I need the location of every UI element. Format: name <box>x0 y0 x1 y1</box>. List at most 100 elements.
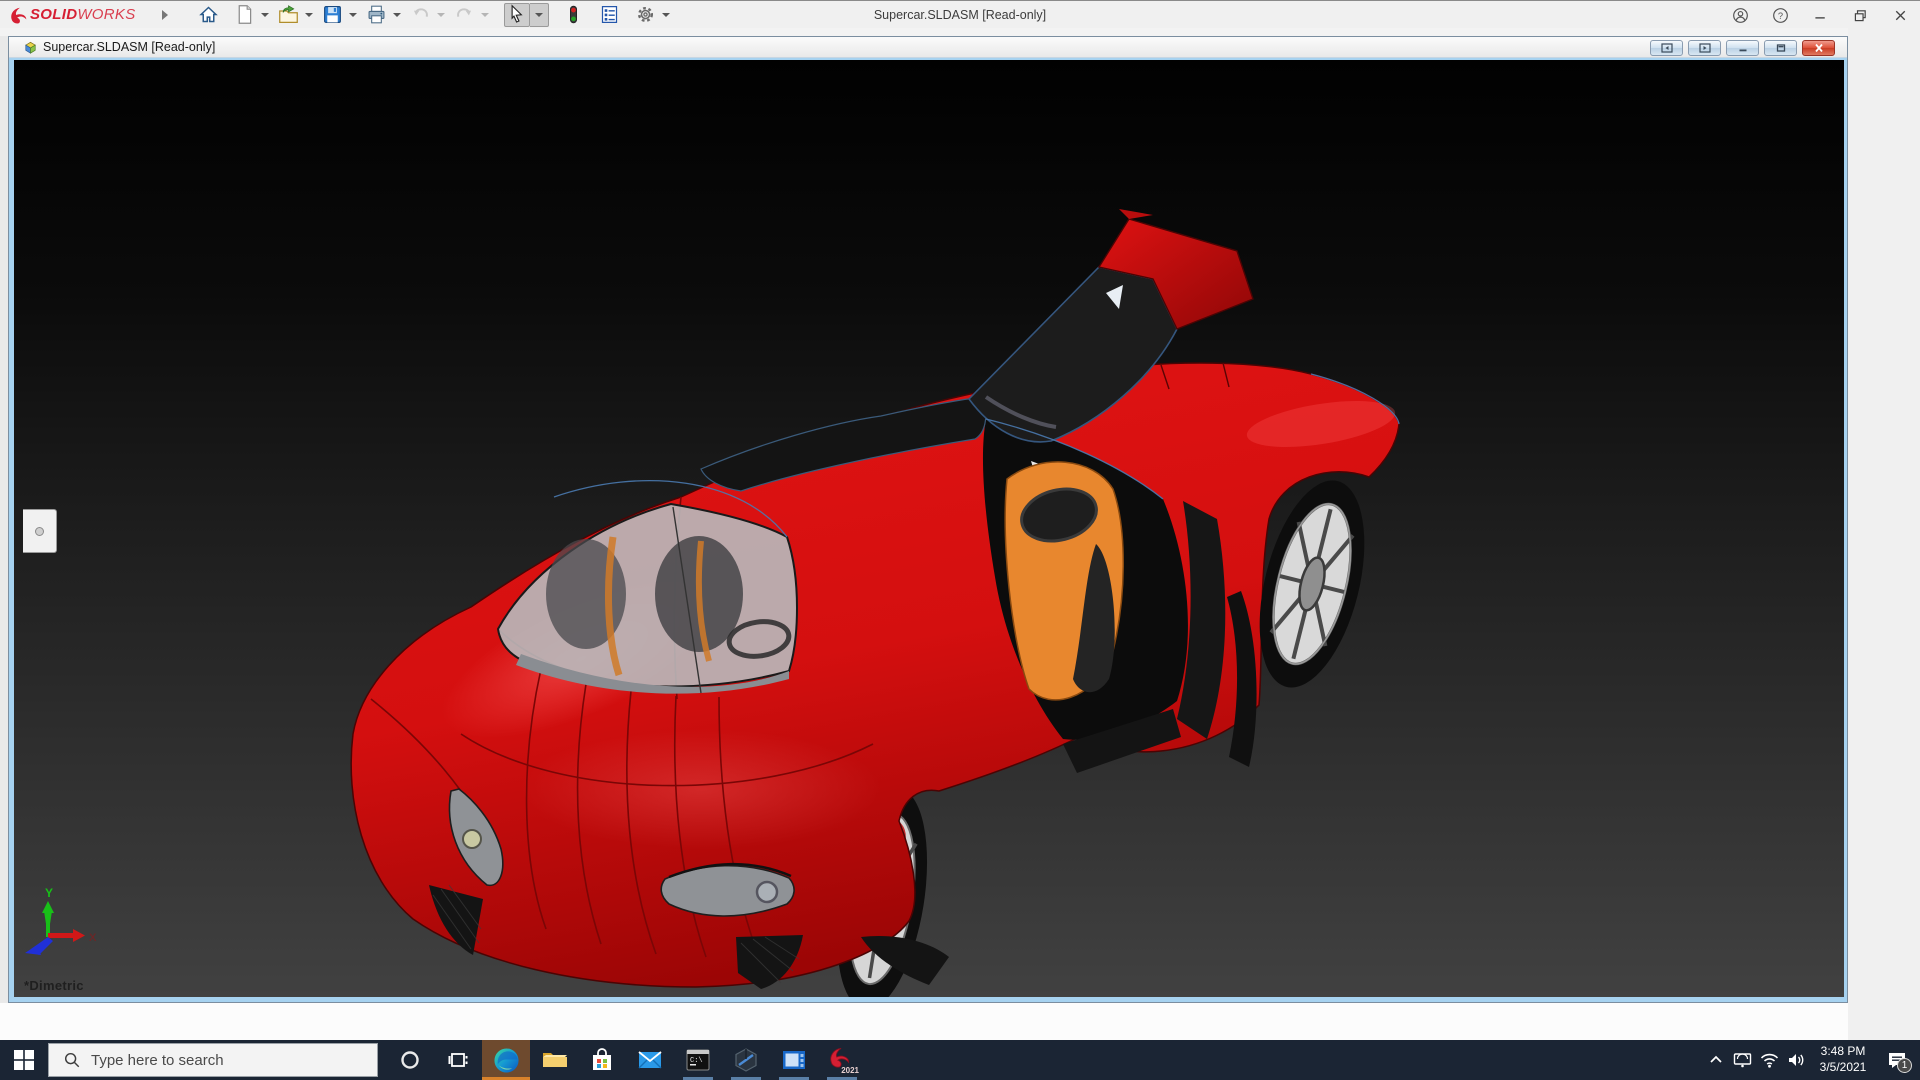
select-button[interactable] <box>504 3 530 27</box>
edge-icon <box>493 1047 520 1074</box>
taskbar-app-mail[interactable] <box>626 1040 674 1080</box>
open-button[interactable] <box>276 3 302 27</box>
solidworks-logo: SOLIDWORKS <box>8 1 136 29</box>
orientation-triad: Y X <box>25 886 97 955</box>
graphics-viewport[interactable]: Y X *Dimetric <box>14 60 1844 997</box>
taskbar-app-solidworks[interactable]: 2021 <box>818 1040 866 1080</box>
view-orientation-label: *Dimetric <box>24 978 84 993</box>
file-properties-button[interactable] <box>597 3 623 27</box>
triad-x-label: X <box>89 932 97 944</box>
cortana-icon <box>399 1049 421 1071</box>
right-gutter <box>1848 28 1920 1040</box>
new-document-caret[interactable] <box>261 13 269 17</box>
print-button[interactable] <box>364 3 390 27</box>
brand-prefix: SOLID <box>30 6 77 23</box>
tray-clock[interactable]: 3:48 PM 3/5/2021 <box>1810 1044 1876 1075</box>
redo-button[interactable] <box>452 3 478 27</box>
home-button[interactable] <box>196 3 222 27</box>
save-button[interactable] <box>320 3 346 27</box>
feature-manager-collapsed-tab[interactable] <box>23 509 57 553</box>
taskbar-app-media-player[interactable] <box>770 1040 818 1080</box>
taskbar-app-terminal[interactable]: C:\ <box>674 1040 722 1080</box>
search-icon <box>63 1051 81 1069</box>
doc-close-button[interactable] <box>1802 40 1835 56</box>
restore-button[interactable] <box>1840 1 1880 29</box>
tray-date: 3/5/2021 <box>1810 1060 1876 1076</box>
undo-caret[interactable] <box>437 13 445 17</box>
file-explorer-icon <box>541 1047 567 1073</box>
help-button[interactable]: ? <box>1760 1 1800 29</box>
media-player-icon <box>781 1048 807 1072</box>
doc-pane-right-button[interactable] <box>1688 40 1721 56</box>
home-icon <box>198 4 219 25</box>
solidworks-year-label: 2021 <box>841 1066 859 1075</box>
start-button[interactable] <box>0 1040 48 1080</box>
app-titlebar: SOLIDWORKS <box>0 0 1920 28</box>
select-caret[interactable] <box>530 3 549 27</box>
rebuild-button[interactable] <box>561 3 587 27</box>
save-caret[interactable] <box>349 13 357 17</box>
notification-badge: 1 <box>1897 1058 1912 1073</box>
taskbar-app-edge[interactable] <box>482 1040 530 1080</box>
minimize-icon <box>1812 7 1829 24</box>
menu-expand-arrow[interactable] <box>162 10 168 20</box>
taskbar: C:\ 2021 <box>0 1040 1920 1080</box>
options-button[interactable] <box>633 3 659 27</box>
close-icon <box>1892 7 1909 24</box>
svg-text:?: ? <box>1777 10 1782 20</box>
terminal-icon: C:\ <box>685 1047 711 1073</box>
open-caret[interactable] <box>305 13 313 17</box>
redo-caret[interactable] <box>481 13 489 17</box>
doc-minimize-icon <box>1737 43 1749 53</box>
doc-restore-button[interactable] <box>1764 40 1797 56</box>
taskbar-app-package-viewer[interactable] <box>722 1040 770 1080</box>
search-input[interactable] <box>91 1052 341 1069</box>
new-document-button[interactable] <box>232 3 258 27</box>
terminal-label: C:\ <box>690 1057 703 1065</box>
cortana-button[interactable] <box>386 1040 434 1080</box>
windows-logo-icon <box>13 1049 35 1071</box>
open-icon <box>278 4 299 25</box>
undo-icon <box>410 4 431 25</box>
print-caret[interactable] <box>393 13 401 17</box>
document-titlebar[interactable]: Supercar.SLDASM [Read-only] <box>9 37 1847 58</box>
doc-pane-left-button[interactable] <box>1650 40 1683 56</box>
app-window-controls: ? <box>1720 1 1920 29</box>
toolbar-gap <box>0 28 1920 36</box>
action-center-button[interactable]: 1 <box>1876 1040 1918 1080</box>
taskbar-app-file-explorer[interactable] <box>530 1040 578 1080</box>
tray-time: 3:48 PM <box>1810 1044 1876 1060</box>
desktop: SOLIDWORKS <box>0 0 1920 1080</box>
doc-minimize-button[interactable] <box>1726 40 1759 56</box>
print-icon <box>366 4 387 25</box>
solidworks-swirl-icon <box>8 5 30 25</box>
brand-suffix: WORKS <box>77 6 135 23</box>
close-button[interactable] <box>1880 1 1920 29</box>
undo-button[interactable] <box>408 3 434 27</box>
tray-volume-icon[interactable] <box>1783 1040 1810 1080</box>
triad-y-label: Y <box>45 886 53 900</box>
new-document-icon <box>234 4 255 25</box>
tray-wireless-display-icon[interactable] <box>1729 1040 1756 1080</box>
solidworks-taskbar-icon: 2021 <box>827 1045 857 1075</box>
options-caret[interactable] <box>662 13 670 17</box>
taskbar-app-store[interactable] <box>578 1040 626 1080</box>
rebuild-traffic-light-icon <box>563 4 584 25</box>
task-view-button[interactable] <box>434 1040 482 1080</box>
restore-icon <box>1852 7 1869 24</box>
save-icon <box>322 4 343 25</box>
tray-chevron-up-icon[interactable] <box>1702 1040 1729 1080</box>
tray-wifi-icon[interactable] <box>1756 1040 1783 1080</box>
account-button[interactable] <box>1720 1 1760 29</box>
file-properties-icon <box>599 4 620 25</box>
windshield <box>498 504 797 686</box>
task-view-icon <box>447 1049 469 1071</box>
taskbar-search[interactable] <box>48 1043 378 1077</box>
minimize-button[interactable] <box>1800 1 1840 29</box>
mail-icon <box>637 1048 663 1072</box>
status-strip <box>0 1003 1848 1040</box>
document-window-controls <box>1650 40 1835 56</box>
redo-icon <box>454 4 475 25</box>
options-gear-icon <box>635 4 656 25</box>
system-tray: 3:48 PM 3/5/2021 1 <box>1702 1040 1918 1080</box>
